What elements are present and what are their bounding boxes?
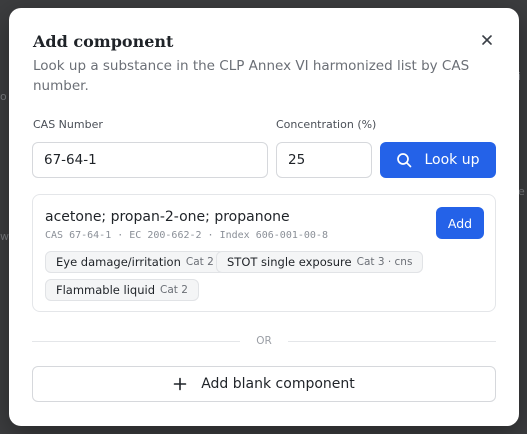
lookup-button[interactable]: Look up xyxy=(380,142,496,178)
add-substance-button[interactable]: Add xyxy=(436,207,484,239)
add-component-dialog: Add component Look up a substance in the… xyxy=(9,8,519,426)
backdrop-fragment: o xyxy=(0,90,7,103)
substance-name: acetone; propan-2-one; propanone xyxy=(45,209,290,225)
hazard-name: STOT single exposure xyxy=(227,255,352,269)
concentration-label: Concentration (%) xyxy=(276,118,377,131)
concentration-input[interactable] xyxy=(276,142,372,178)
cas-number-label: CAS Number xyxy=(33,118,103,131)
close-button[interactable] xyxy=(477,30,497,50)
search-icon xyxy=(397,153,412,168)
divider-right xyxy=(288,341,496,342)
close-icon xyxy=(482,35,492,45)
add-blank-component-button[interactable]: Add blank component xyxy=(32,366,496,402)
hazard-category: Cat 2 xyxy=(160,284,188,296)
plus-icon xyxy=(173,377,187,391)
divider-left xyxy=(32,341,240,342)
lookup-button-label: Look up xyxy=(424,152,480,168)
hazard-name: Flammable liquid xyxy=(56,283,156,297)
hazard-chip: Flammable liquid Cat 2 xyxy=(45,279,199,301)
dialog-title: Add component xyxy=(33,32,174,51)
lookup-result-card: acetone; propan-2-one; propanone CAS 67-… xyxy=(32,194,496,312)
dialog-subtitle: Look up a substance in the CLP Annex VI … xyxy=(33,58,470,94)
backdrop-fragment: w xyxy=(0,230,9,243)
backdrop-fragment: e xyxy=(518,185,525,198)
hazard-chip: STOT single exposure Cat 3 · cns xyxy=(216,251,424,273)
substance-identifiers: CAS 67-64-1 · EC 200-662-2 · Index 606-0… xyxy=(45,230,328,241)
or-separator: OR xyxy=(256,335,272,347)
hazard-category: Cat 2 xyxy=(185,256,214,268)
hazard-chip: Eye damage/irritation Cat 2 xyxy=(45,251,225,273)
add-blank-component-label: Add blank component xyxy=(201,376,355,392)
hazard-name: Eye damage/irritation xyxy=(56,255,181,269)
cas-number-input[interactable] xyxy=(32,142,268,178)
hazard-category: Cat 3 · cns xyxy=(356,256,413,268)
